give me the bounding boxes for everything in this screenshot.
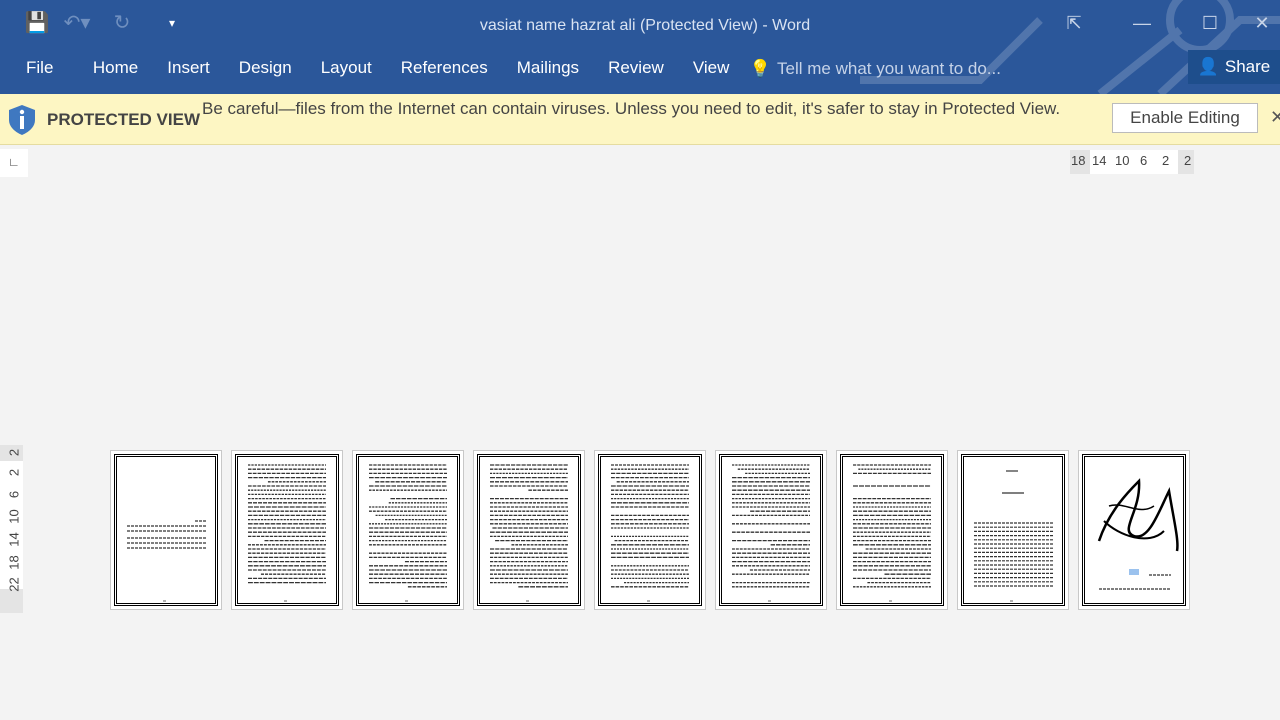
tab-selector[interactable]: ∟	[0, 149, 28, 177]
shield-info-icon	[9, 105, 35, 135]
tab-view[interactable]: View	[678, 57, 744, 81]
page-thumbnails	[110, 450, 1190, 610]
tab-mailings[interactable]: Mailings	[502, 57, 593, 81]
ribbon-display-icon[interactable]: ⇱	[1040, 6, 1108, 40]
close-bar-icon[interactable]: ✕	[1270, 107, 1280, 128]
page-thumbnail[interactable]	[594, 450, 706, 610]
minimize-button[interactable]: —	[1108, 6, 1176, 40]
protected-view-bar: PROTECTED VIEW Be careful—files from the…	[0, 94, 1280, 145]
lightbulb-icon: 💡	[749, 59, 772, 78]
document-area[interactable]: ∟ 18 14 10 6 2 2 2 2 6 10 14 18 22	[0, 145, 1280, 720]
vertical-ruler[interactable]: 2 2 6 10 14 18 22	[0, 445, 23, 613]
protected-view-message: Be careful—files from the Internet can c…	[202, 99, 1061, 118]
title-bar: 💾 ↶▾ ↻ ▾ vasiat name hazrat ali (Protect…	[0, 0, 1280, 94]
page-thumbnail[interactable]	[957, 450, 1069, 610]
tab-design[interactable]: Design	[224, 57, 306, 81]
tab-insert[interactable]: Insert	[153, 57, 225, 81]
tab-home[interactable]: Home	[78, 57, 152, 81]
add-person-icon: 👤	[1197, 57, 1219, 76]
page-thumbnail[interactable]	[1078, 450, 1190, 610]
page-thumbnail[interactable]	[473, 450, 585, 610]
tab-layout[interactable]: Layout	[306, 57, 386, 81]
close-button[interactable]: ✕	[1244, 6, 1280, 40]
maximize-button[interactable]: ☐	[1176, 6, 1244, 40]
tab-review[interactable]: Review	[594, 57, 679, 81]
page-thumbnail[interactable]	[352, 450, 464, 610]
enable-editing-button[interactable]: Enable Editing	[1112, 103, 1258, 133]
page-thumbnail[interactable]	[110, 450, 222, 610]
protected-view-label: PROTECTED VIEW	[47, 110, 201, 129]
page-thumbnail[interactable]	[715, 450, 827, 610]
tab-file[interactable]: File	[0, 57, 78, 81]
share-button[interactable]: 👤 Share	[1188, 50, 1280, 84]
horizontal-ruler[interactable]: 18 14 10 6 2 2	[1070, 150, 1194, 174]
tab-references[interactable]: References	[386, 57, 502, 81]
page-thumbnail[interactable]	[836, 450, 948, 610]
tell-me-search[interactable]: 💡 Tell me what you want to do...	[750, 57, 1001, 81]
page-thumbnail[interactable]	[231, 450, 343, 610]
